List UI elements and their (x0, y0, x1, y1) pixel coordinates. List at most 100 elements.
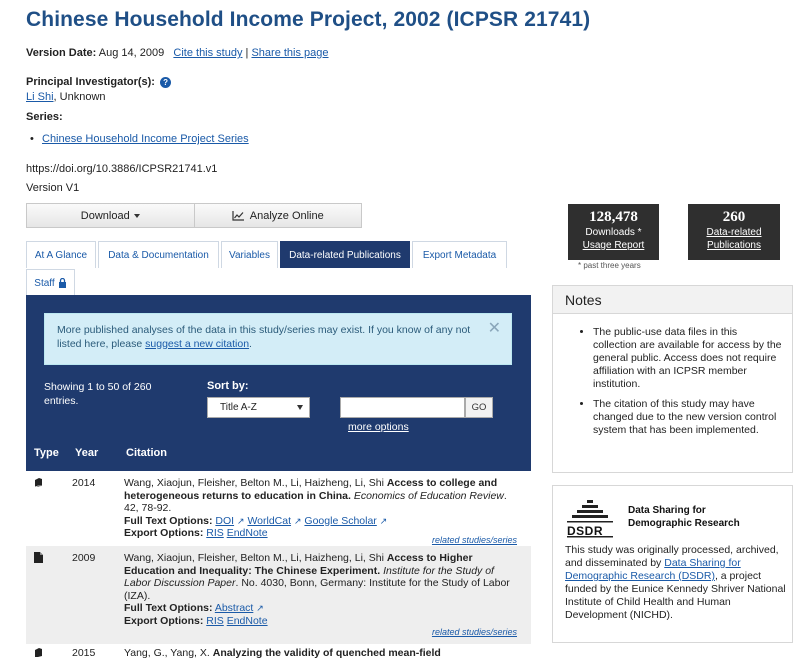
page-title: Chinese Household Income Project, 2002 (… (26, 8, 591, 31)
tab-bar: At A Glance Data & Documentation Variabl… (26, 241, 536, 297)
tab-underline (26, 295, 531, 309)
tab-staff[interactable]: Staff (26, 269, 75, 296)
full-text-label: Full Text Options: (124, 602, 213, 614)
table-row: 2014 Wang, Xiaojun, Fleisher, Belton M.,… (26, 471, 531, 546)
table-row: 2009 Wang, Xiaojun, Fleisher, Belton M.,… (26, 546, 531, 644)
data-related-publications-link[interactable]: Data-related (706, 227, 761, 238)
downloads-stat-box: 128,478 Downloads * Usage Report (568, 204, 659, 260)
series-item: Chinese Household Income Project Series (30, 133, 249, 145)
suggest-citation-link[interactable]: suggest a new citation (145, 338, 249, 350)
row-authors: Yang, G., Yang, X. (124, 647, 213, 659)
caret-down-icon (133, 213, 140, 218)
note-item: The public-use data files in this collec… (593, 326, 782, 391)
external-link-icon: ↗ (256, 603, 264, 613)
pi-label: Principal Investigator(s): ? (26, 76, 172, 88)
more-options-link[interactable]: more options (348, 421, 409, 433)
separator: | (245, 47, 249, 59)
citation-alert: More published analyses of the data in t… (44, 313, 512, 365)
related-studies-link[interactable]: related studies/series (432, 626, 517, 639)
lock-icon (58, 278, 66, 288)
journal-icon (35, 648, 42, 657)
notes-heading: Notes (553, 286, 792, 314)
help-icon[interactable]: ? (160, 77, 172, 88)
row-year: 2014 (72, 477, 96, 489)
abstract-link[interactable]: Abstract (215, 602, 254, 614)
analyze-online-button[interactable]: Analyze Online (195, 204, 362, 227)
row-citation: Yang, G., Yang, X. Analyzing the validit… (124, 647, 522, 659)
dsdr-logo-line1: Data Sharing for (628, 505, 706, 516)
notes-list: The public-use data files in this collec… (553, 314, 792, 437)
version-line: Version Date: Aug 14, 2009 Cite this stu… (26, 47, 329, 59)
dsdr-description: This study was originally processed, arc… (565, 544, 787, 622)
pi-name-link[interactable]: Li Shi (26, 91, 54, 103)
downloads-number: 128,478 (589, 209, 638, 225)
action-button-bar: Download Analyze Online (26, 203, 362, 228)
doi-link[interactable]: DOI (215, 515, 234, 527)
analyze-label: Analyze Online (249, 209, 324, 222)
tab-variables[interactable]: Variables (221, 241, 278, 268)
export-label: Export Options: (124, 614, 204, 627)
column-header-type: Type (34, 447, 59, 459)
external-link-icon: ↗ (379, 515, 388, 526)
document-icon (34, 552, 43, 563)
row-citation: Wang, Xiaojun, Fleisher, Belton M., Li, … (124, 477, 522, 540)
row-year: 2009 (72, 552, 96, 564)
version: Version V1 (26, 182, 80, 194)
endnote-link[interactable]: EndNote (227, 615, 268, 627)
sort-select[interactable]: Title A-Z (207, 397, 310, 418)
alert-end: . (249, 338, 252, 350)
publication-search-input[interactable] (340, 397, 465, 418)
sort-select-value: Title A-Z (220, 402, 257, 413)
go-button[interactable]: GO (465, 397, 493, 418)
stats-footnote: * past three years (578, 261, 641, 270)
tab-staff-label: Staff (34, 277, 55, 289)
cite-study-link[interactable]: Cite this study (173, 47, 242, 59)
alert-text: More published analyses of the data in t… (57, 324, 471, 350)
column-header-year: Year (75, 447, 99, 459)
worldcat-link[interactable]: WorldCat (247, 515, 291, 527)
row-title: Analyzing the validity of quenched mean-… (212, 647, 441, 659)
doi: https://doi.org/10.3886/ICPSR21741.v1 (26, 163, 218, 175)
ris-link[interactable]: RIS (206, 527, 224, 539)
pi-label-text: Principal Investigator(s): (26, 76, 155, 88)
notes-panel: Notes The public-use data files in this … (552, 285, 793, 473)
column-header-citation: Citation (126, 447, 167, 459)
row-year: 2015 (72, 647, 96, 659)
dsdr-logo: DSDR Data Sharing for Demographic Resear… (565, 498, 765, 540)
tab-at-a-glance[interactable]: At A Glance (26, 241, 96, 268)
usage-report-link[interactable]: Usage Report (583, 240, 645, 251)
close-icon[interactable]: ✕ (488, 321, 501, 337)
line-chart-icon (232, 210, 244, 221)
tab-data-related-publications[interactable]: Data-related Publications (280, 241, 410, 268)
dropdown-arrow-icon (297, 405, 303, 410)
row-journal: Economics of Education Review (353, 489, 504, 502)
share-page-link[interactable]: Share this page (251, 47, 328, 59)
table-row: 2015 Yang, G., Yang, X. Analyzing the va… (26, 644, 531, 659)
tab-export-metadata[interactable]: Export Metadata (412, 241, 507, 268)
row-authors: Wang, Xiaojun, Fleisher, Belton M., Li, … (124, 552, 387, 564)
downloads-label: Downloads * (585, 227, 642, 238)
external-link-icon: ↗ (236, 515, 245, 526)
related-studies-link[interactable]: related studies/series (432, 534, 517, 547)
download-label: Download (80, 209, 130, 222)
data-related-publications-link-2[interactable]: Publications (707, 240, 761, 251)
row-citation: Wang, Xiaojun, Fleisher, Belton M., Li, … (124, 552, 522, 627)
external-link-icon: ↗ (293, 515, 302, 526)
full-text-label: Full Text Options: (124, 514, 213, 527)
series-link[interactable]: Chinese Household Income Project Series (42, 133, 249, 145)
dsdr-panel: DSDR Data Sharing for Demographic Resear… (552, 485, 793, 643)
row-authors: Wang, Xiaojun, Fleisher, Belton M., Li, … (124, 477, 387, 489)
export-label: Export Options: (124, 527, 204, 539)
endnote-link[interactable]: EndNote (227, 527, 268, 539)
publications-stat-box: 260 Data-related Publications (688, 204, 780, 260)
publications-number: 260 (722, 209, 746, 225)
google-scholar-link[interactable]: Google Scholar (304, 515, 376, 527)
ris-link[interactable]: RIS (206, 615, 224, 627)
version-date-label: Version Date: (26, 47, 97, 59)
dsdr-acronym: DSDR (567, 524, 604, 538)
note-item: The citation of this study may have chan… (593, 398, 782, 437)
download-button[interactable]: Download (27, 204, 195, 227)
sort-by-label: Sort by: (207, 380, 249, 392)
version-date: Aug 14, 2009 (98, 47, 165, 59)
tab-data-documentation[interactable]: Data & Documentation (98, 241, 219, 268)
